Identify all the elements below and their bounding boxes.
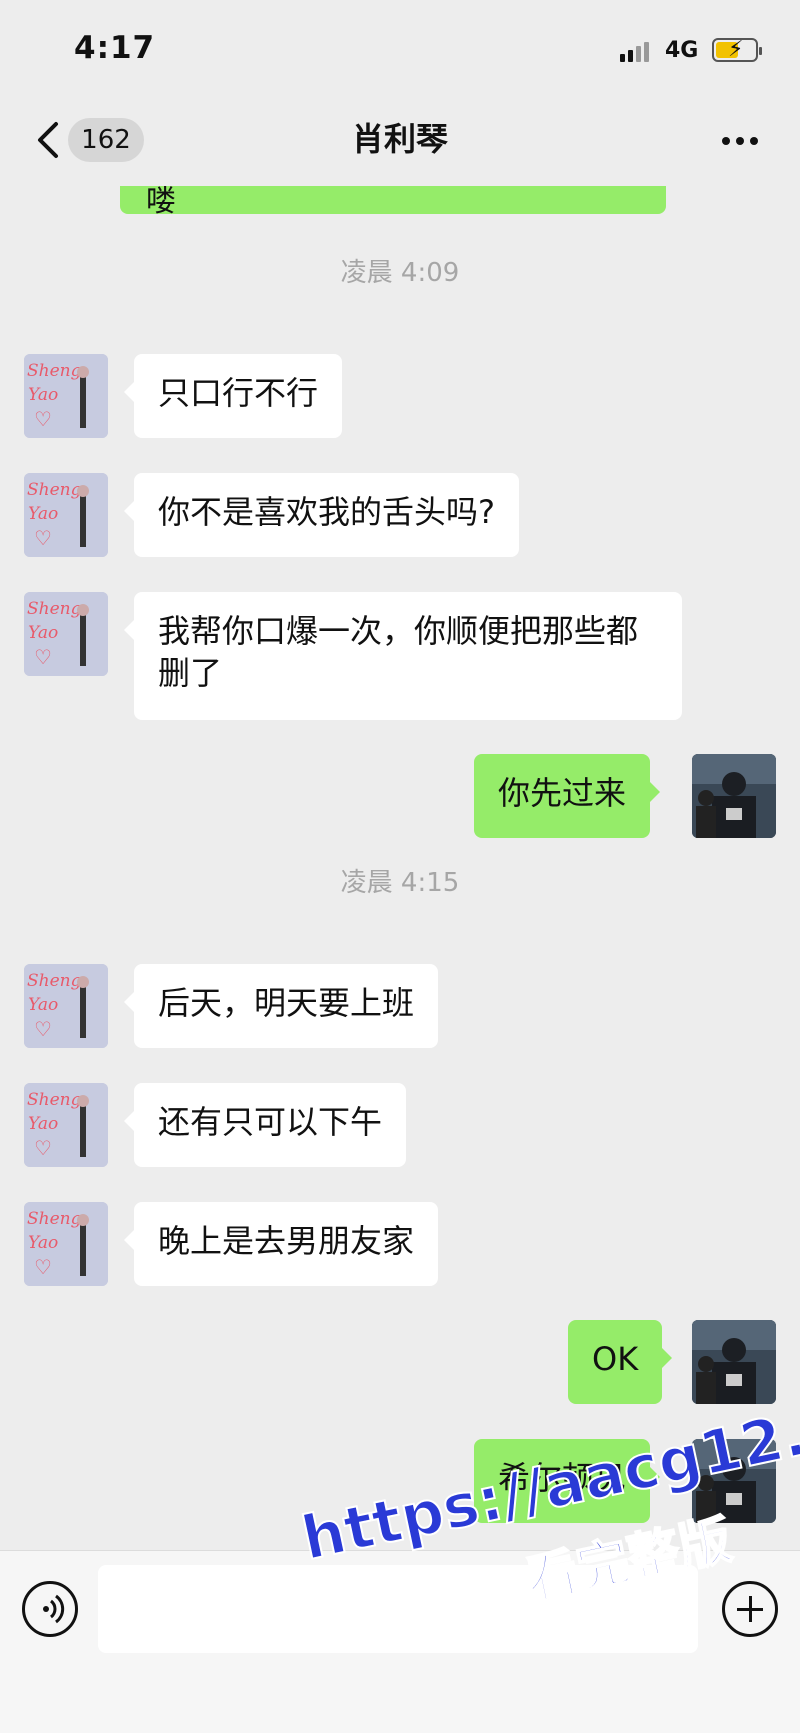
message-text: 后天，明天要上班 (158, 984, 415, 1022)
message-bubble-outgoing-partial[interactable]: 喽 (120, 186, 666, 219)
user-avatar[interactable] (692, 754, 776, 838)
timestamp: 凌晨 4:15 (340, 868, 460, 898)
message-text: 我帮你口爆一次，你顺便把那些都删了 (158, 612, 639, 692)
message-bubble-outgoing[interactable]: 希尔顿见 (474, 1439, 661, 1523)
svg-text:♡: ♡ (34, 1136, 52, 1160)
message-text: 你不是喜欢我的舌头吗? (158, 493, 495, 531)
timestamp: 凌晨 4:09 (340, 258, 460, 288)
more-dots-icon[interactable] (718, 126, 762, 156)
svg-text:Sheng: Sheng (27, 361, 82, 381)
message-text: 只口行不行 (158, 374, 319, 412)
svg-text:Yao: Yao (28, 995, 58, 1015)
contact-avatar[interactable]: Sheng Yao ♡ (24, 1083, 108, 1167)
svg-text:Sheng: Sheng (27, 1090, 82, 1110)
svg-text:♡: ♡ (34, 645, 52, 669)
user-avatar[interactable] (692, 1320, 776, 1404)
svg-text:♡: ♡ (34, 1255, 52, 1279)
message-bubble-incoming[interactable]: 你不是喜欢我的舌头吗? (124, 473, 519, 557)
message-text: 希尔顿见 (498, 1459, 627, 1497)
message-bubble-outgoing[interactable]: OK (568, 1320, 673, 1404)
message-text: 喽 (146, 186, 176, 219)
contact-avatar[interactable]: Sheng Yao ♡ (24, 1202, 108, 1286)
svg-text:Yao: Yao (28, 1233, 58, 1253)
svg-text:Sheng: Sheng (27, 599, 82, 619)
svg-text:Sheng: Sheng (27, 971, 82, 991)
svg-text:♡: ♡ (34, 407, 52, 431)
chat-title: 肖利琴 (351, 120, 448, 158)
message-bubble-incoming[interactable]: 还有只可以下午 (123, 1083, 407, 1167)
message-bubble-incoming[interactable]: 我帮你口爆一次，你顺便把那些都删了 (124, 592, 682, 720)
plus-icon[interactable] (722, 1581, 778, 1637)
message-bubble-incoming[interactable]: 只口行不行 (123, 354, 343, 438)
svg-text:Yao: Yao (28, 385, 58, 405)
svg-text:♡: ♡ (34, 526, 52, 550)
message-text: OK (592, 1340, 639, 1378)
message-bubble-outgoing[interactable]: 你先过来 (474, 754, 661, 838)
battery-icon: ⚡ (712, 37, 762, 62)
status-bar: 4:17 4G ⚡ (0, 0, 800, 100)
svg-text:Sheng: Sheng (27, 480, 82, 500)
message-list[interactable]: 喽 凌晨 4:09 Sheng Yao ♡ 只口行不行 Sheng Yao ♡ 你不是喜… (0, 186, 800, 1550)
status-time: 4:17 (74, 30, 156, 66)
network-type: 4G (665, 38, 699, 63)
contact-avatar[interactable]: Sheng Yao ♡ (24, 354, 108, 438)
input-bar (0, 1550, 800, 1733)
message-text: 还有只可以下午 (158, 1103, 383, 1141)
svg-text:♡: ♡ (34, 1017, 52, 1041)
contact-avatar[interactable]: Sheng Yao ♡ (24, 592, 108, 676)
chat-header: 162 肖利琴 (0, 100, 800, 186)
svg-text:Sheng: Sheng (27, 1209, 82, 1229)
message-bubble-incoming[interactable]: 晚上是去男朋友家 (123, 1202, 439, 1286)
message-bubble-incoming[interactable]: 后天，明天要上班 (123, 964, 439, 1048)
contact-avatar[interactable]: Sheng Yao ♡ (24, 964, 108, 1048)
user-avatar[interactable] (692, 1439, 776, 1523)
message-text: 你先过来 (498, 774, 627, 812)
svg-text:Yao: Yao (28, 1114, 58, 1134)
voice-icon[interactable] (22, 1581, 78, 1637)
svg-text:Yao: Yao (28, 623, 58, 643)
signal-icon (620, 40, 656, 62)
message-input[interactable] (98, 1565, 698, 1653)
svg-text:Yao: Yao (28, 504, 58, 524)
message-text: 晚上是去男朋友家 (158, 1222, 415, 1260)
contact-avatar[interactable]: Sheng Yao ♡ (24, 473, 108, 557)
